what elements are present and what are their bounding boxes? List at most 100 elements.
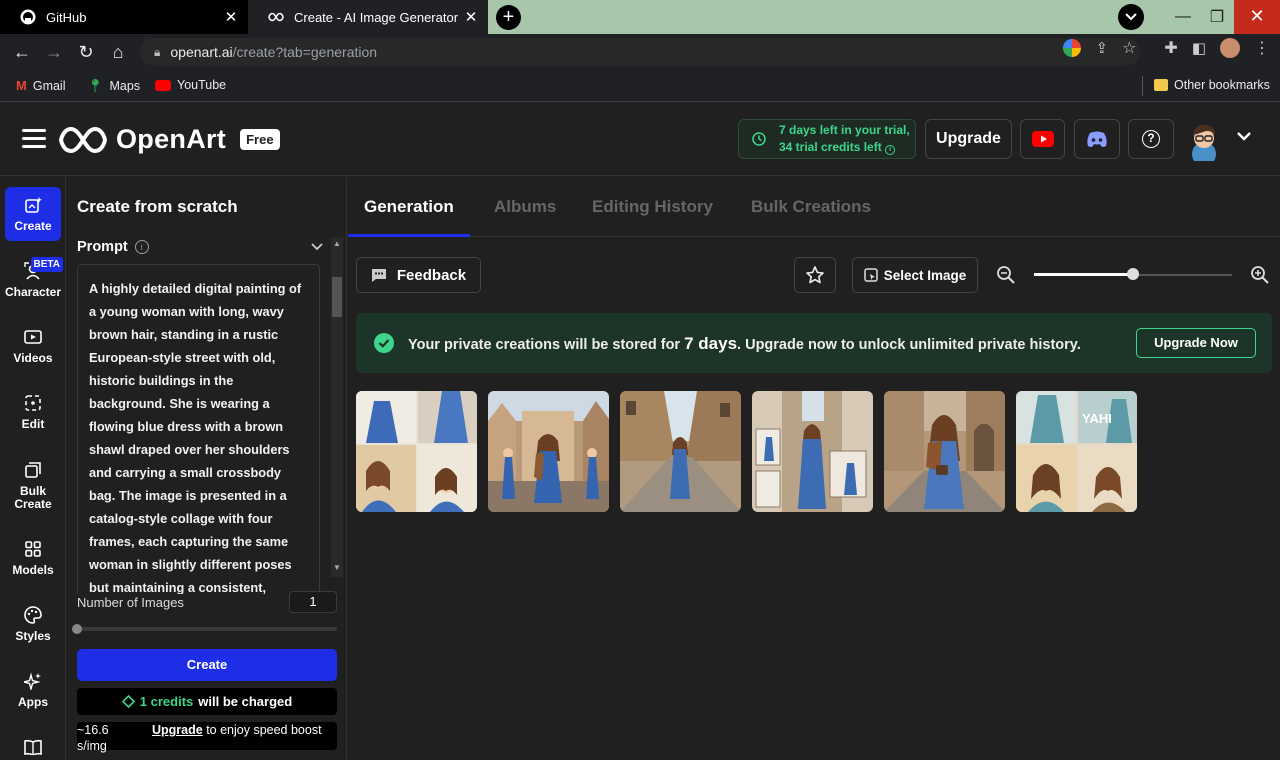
number-of-images-input[interactable]: 1: [289, 591, 337, 613]
prompt-header[interactable]: Prompt i: [77, 239, 323, 255]
banner-days: 7 days: [684, 334, 738, 353]
openart-logo[interactable]: OpenArt Free: [58, 124, 280, 155]
tab-generation[interactable]: Generation: [364, 197, 454, 217]
profile-avatar-icon[interactable]: [1220, 38, 1240, 58]
other-bookmarks[interactable]: Other bookmarks: [1154, 78, 1270, 92]
browser-tabbar: GitHub ✕ Create - AI Image Generator | C…: [0, 0, 1280, 34]
reload-icon[interactable]: ↻: [76, 42, 96, 62]
browser-toolbar: ← → ↻ ⌂ 🔒︎ openart.ai /create?tab=genera…: [0, 34, 1280, 70]
scroll-down-icon[interactable]: ▼: [331, 563, 343, 572]
generated-image-thumbnail[interactable]: [884, 391, 1005, 512]
storage-banner: Your private creations will be stored fo…: [356, 313, 1272, 373]
generated-image-thumbnail[interactable]: [620, 391, 741, 512]
rail-label: Apps: [18, 694, 48, 709]
youtube-button[interactable]: [1020, 119, 1065, 159]
maps-pin-icon: 📍︎: [87, 78, 104, 93]
close-window-icon[interactable]: ✕: [1234, 0, 1280, 34]
chevron-down-icon[interactable]: [311, 239, 323, 255]
book-icon[interactable]: [24, 739, 42, 760]
zoom-slider-handle[interactable]: [1127, 268, 1139, 280]
feedback-button[interactable]: Feedback: [356, 257, 481, 293]
slider-handle[interactable]: [72, 624, 82, 634]
divider: [1142, 76, 1143, 96]
rail-item-bulk-create[interactable]: Bulk Create: [5, 451, 61, 521]
generated-image-thumbnail[interactable]: [752, 391, 873, 512]
generated-image-thumbnail[interactable]: [488, 391, 609, 512]
tab-search-icon[interactable]: [1118, 4, 1144, 30]
home-icon[interactable]: ⌂: [108, 42, 128, 62]
credit-charge-notice: 1 credits will be charged: [77, 688, 337, 715]
credits-text: will be charged: [198, 694, 293, 709]
trial-days: 7 days left in your trial,: [779, 123, 910, 137]
help-button[interactable]: ?: [1128, 119, 1174, 159]
google-icon[interactable]: [1063, 39, 1082, 57]
rail-label: Models: [12, 562, 54, 577]
forward-icon[interactable]: →: [44, 42, 64, 62]
hamburger-menu-icon[interactable]: [22, 129, 46, 149]
palette-icon: [24, 605, 42, 624]
prompt-scrollbar[interactable]: ▲ ▼: [331, 237, 343, 577]
window-controls: — ❐ ✕: [1118, 0, 1280, 34]
speed-notice: ~16.6 s/img Upgrade to enjoy speed boost: [77, 722, 337, 753]
rail-item-styles[interactable]: Styles: [5, 597, 61, 651]
bookmark-star-icon[interactable]: ☆: [1122, 38, 1136, 58]
scroll-up-icon[interactable]: ▲: [331, 239, 343, 248]
credits-amount: 1 credits: [139, 694, 194, 709]
info-icon: i: [134, 240, 149, 254]
extensions-icon[interactable]: ✚: [1164, 38, 1177, 58]
close-tab-icon[interactable]: ✕: [460, 8, 482, 26]
minimize-icon[interactable]: —: [1166, 8, 1200, 26]
tab-editing-history[interactable]: Editing History: [592, 197, 713, 217]
tab-albums[interactable]: Albums: [494, 197, 556, 217]
bookmark-youtube[interactable]: YouTube: [155, 78, 226, 92]
zoom-out-icon[interactable]: [996, 265, 1016, 290]
select-image-button[interactable]: Select Image: [852, 257, 978, 293]
user-avatar[interactable]: [1186, 121, 1222, 166]
side-panel-icon[interactable]: ◧: [1192, 39, 1206, 57]
share-icon[interactable]: ⇪: [1095, 39, 1108, 57]
generated-image-thumbnail[interactable]: [356, 391, 477, 512]
rail-item-videos[interactable]: Videos: [5, 319, 61, 373]
upgrade-button[interactable]: Upgrade: [925, 119, 1012, 159]
discord-button[interactable]: [1074, 119, 1120, 159]
create-button[interactable]: Create: [77, 649, 337, 681]
banner-text-pre: Your private creations will be stored fo…: [408, 337, 681, 353]
menu-dots-icon[interactable]: ⋮: [1254, 38, 1270, 58]
rail-item-character[interactable]: BETA Character: [4, 253, 63, 307]
rail-item-models[interactable]: Models: [5, 531, 61, 585]
back-icon[interactable]: ←: [12, 42, 32, 62]
prompt-textarea[interactable]: A highly detailed digital painting of a …: [77, 264, 320, 594]
bookmark-gmail[interactable]: M Gmail: [16, 78, 66, 93]
thumbnail-watermark-text: YAHI: [1082, 411, 1112, 426]
rail-label: Character: [4, 284, 62, 299]
browser-tab-openart[interactable]: Create - AI Image Generator | Cre ✕: [248, 0, 488, 34]
rail-item-edit[interactable]: Edit: [5, 385, 61, 439]
clock-icon: [739, 132, 779, 146]
trial-status[interactable]: 7 days left in your trial, 34 trial cred…: [738, 119, 916, 159]
upgrade-now-button[interactable]: Upgrade Now: [1136, 328, 1256, 358]
tab-bulk-creations[interactable]: Bulk Creations: [751, 197, 871, 217]
active-tab-indicator: [348, 234, 470, 237]
maximize-icon[interactable]: ❐: [1200, 7, 1234, 27]
beta-badge: BETA: [30, 257, 63, 272]
number-of-images-slider[interactable]: [77, 627, 337, 631]
new-tab-button[interactable]: +: [496, 5, 521, 30]
left-rail: Create BETA Character Videos Edit Bulk C…: [0, 177, 66, 760]
url-host: openart.ai: [170, 44, 233, 60]
zoom-in-icon[interactable]: [1250, 265, 1270, 290]
rail-item-create[interactable]: Create: [5, 187, 61, 241]
close-tab-icon[interactable]: ✕: [220, 8, 242, 26]
app-header: OpenArt Free 7 days left in your trial, …: [0, 103, 1280, 176]
speed-upgrade-link[interactable]: Upgrade: [152, 723, 203, 737]
bookmark-maps[interactable]: 📍︎ Maps: [87, 78, 140, 94]
address-bar[interactable]: 🔒︎ openart.ai /create?tab=generation: [140, 38, 1140, 66]
generated-image-thumbnail[interactable]: YAHI: [1016, 391, 1137, 512]
bookmark-label: Maps: [109, 79, 141, 93]
favorites-button[interactable]: [794, 257, 836, 293]
rail-item-apps[interactable]: Apps: [5, 663, 61, 717]
account-chevron-down-icon[interactable]: [1236, 128, 1252, 146]
grid-icon: [25, 540, 41, 558]
scrollbar-thumb[interactable]: [332, 277, 342, 317]
browser-tab-github[interactable]: GitHub ✕: [0, 0, 248, 34]
video-icon: [24, 328, 42, 346]
